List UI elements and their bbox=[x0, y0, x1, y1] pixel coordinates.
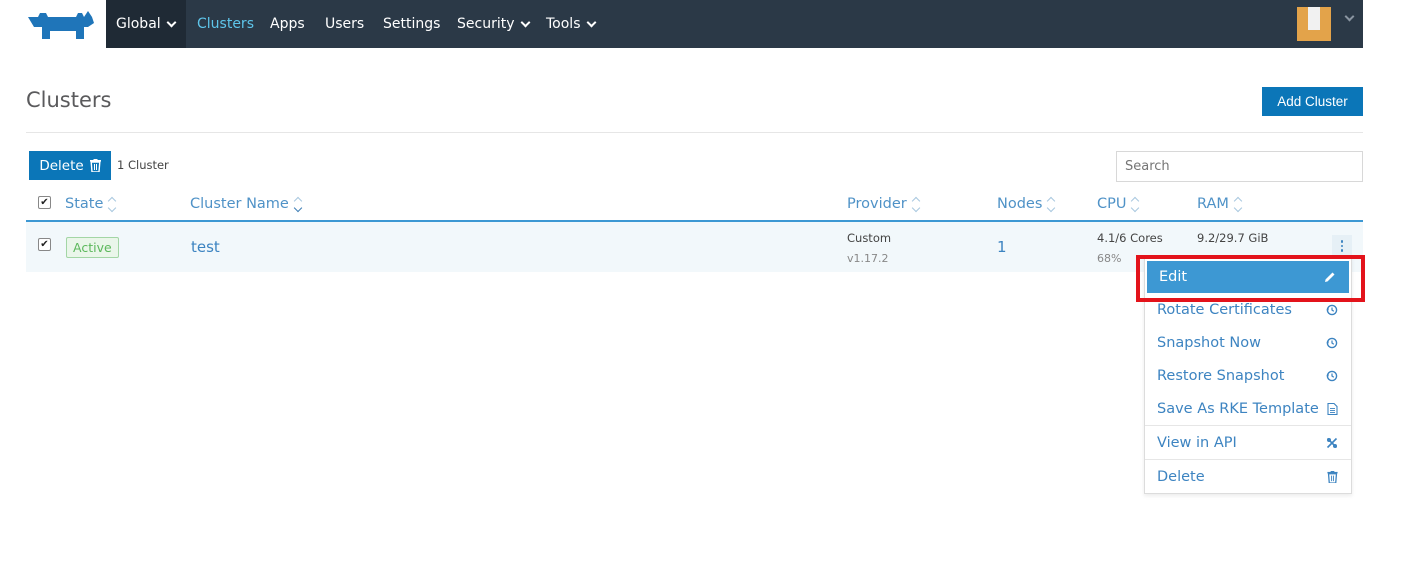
menu-item-delete[interactable]: Delete bbox=[1145, 460, 1351, 493]
header-name-label: Cluster Name bbox=[190, 196, 289, 212]
chevron-down-icon bbox=[520, 17, 530, 27]
menu-item-label: Save As RKE Template bbox=[1157, 400, 1319, 417]
menu-item-save-as-rke-template[interactable]: Save As RKE Template bbox=[1145, 392, 1351, 425]
global-label: Global bbox=[116, 16, 161, 32]
history-icon bbox=[1325, 369, 1339, 383]
cluster-name-link[interactable]: test bbox=[191, 238, 220, 256]
nav-tools[interactable]: Tools bbox=[546, 0, 596, 48]
history-icon bbox=[1325, 303, 1339, 317]
select-all-checkbox[interactable]: ✔ bbox=[38, 196, 51, 209]
nav-security-label: Security bbox=[457, 16, 515, 32]
delete-label: Delete bbox=[39, 157, 84, 174]
nav-tools-label: Tools bbox=[546, 16, 581, 32]
nav-settings-label: Settings bbox=[383, 16, 441, 32]
bulk-delete-button[interactable]: Delete bbox=[29, 151, 111, 180]
sort-icon bbox=[108, 196, 117, 212]
header-nodes-label: Nodes bbox=[997, 196, 1043, 212]
search-input[interactable] bbox=[1116, 151, 1363, 182]
header-provider[interactable]: Provider bbox=[847, 196, 920, 212]
highlight-box bbox=[1136, 255, 1365, 302]
sort-icon bbox=[911, 196, 920, 212]
menu-item-label: Delete bbox=[1157, 468, 1205, 485]
menu-item-snapshot-now[interactable]: Snapshot Now bbox=[1145, 326, 1351, 359]
file-icon bbox=[1325, 402, 1339, 416]
sort-icon bbox=[1131, 196, 1140, 212]
nodes-count[interactable]: 1 bbox=[997, 238, 1007, 256]
menu-item-label: View in API bbox=[1157, 434, 1237, 451]
row-checkbox[interactable]: ✔ bbox=[38, 238, 51, 251]
chevron-down-icon[interactable] bbox=[1344, 11, 1355, 22]
cpu-percent: 68% bbox=[1097, 252, 1122, 265]
row-actions-button[interactable] bbox=[1332, 235, 1352, 257]
ram-usage: 9.2/29.7 GiB bbox=[1197, 231, 1269, 245]
chevron-down-icon bbox=[166, 17, 177, 27]
rancher-logo[interactable] bbox=[0, 0, 106, 48]
page-title: Clusters bbox=[26, 88, 112, 112]
rancher-logo-icon bbox=[28, 11, 94, 39]
nav-clusters-label: Clusters bbox=[197, 16, 254, 32]
nav-apps[interactable]: Apps bbox=[270, 0, 305, 48]
cpu-usage: 4.1/6 Cores bbox=[1097, 231, 1163, 245]
sort-icon bbox=[293, 196, 303, 212]
menu-item-label: Rotate Certificates bbox=[1157, 301, 1292, 318]
add-cluster-button[interactable]: Add Cluster bbox=[1262, 87, 1363, 116]
nav-settings[interactable]: Settings bbox=[383, 0, 440, 48]
menu-item-view-in-api[interactable]: View in API bbox=[1145, 426, 1351, 459]
header-cpu-label: CPU bbox=[1097, 196, 1127, 212]
nav-users[interactable]: Users bbox=[325, 0, 364, 48]
sort-icon bbox=[1233, 196, 1243, 212]
header-nodes[interactable]: Nodes bbox=[997, 196, 1056, 212]
menu-item-label: Restore Snapshot bbox=[1157, 367, 1285, 384]
provider-version: v1.17.2 bbox=[847, 252, 889, 265]
header-ram-label: RAM bbox=[1197, 196, 1229, 212]
top-nav: Global Clusters Apps Users Settings Secu… bbox=[0, 0, 1363, 48]
nav-apps-label: Apps bbox=[270, 16, 305, 32]
nav-clusters[interactable]: Clusters bbox=[197, 0, 254, 48]
sort-icon bbox=[1047, 196, 1056, 212]
api-icon bbox=[1325, 436, 1339, 450]
header-cluster-name[interactable]: Cluster Name bbox=[190, 196, 303, 212]
trash-icon bbox=[89, 159, 101, 172]
nav-security[interactable]: Security bbox=[457, 0, 530, 48]
header-provider-label: Provider bbox=[847, 196, 907, 212]
header-state[interactable]: State bbox=[65, 196, 117, 212]
header-ram[interactable]: RAM bbox=[1197, 196, 1243, 212]
header-state-label: State bbox=[65, 196, 104, 212]
menu-item-restore-snapshot[interactable]: Restore Snapshot bbox=[1145, 359, 1351, 392]
header-cpu[interactable]: CPU bbox=[1097, 196, 1140, 212]
status-badge: Active bbox=[66, 237, 119, 258]
provider-name: Custom bbox=[847, 231, 892, 245]
menu-item-label: Snapshot Now bbox=[1157, 334, 1261, 351]
divider bbox=[26, 132, 1363, 133]
global-menu[interactable]: Global bbox=[106, 0, 186, 48]
trash-icon bbox=[1325, 470, 1339, 484]
nav-users-label: Users bbox=[325, 16, 365, 32]
avatar[interactable] bbox=[1297, 7, 1331, 41]
cluster-count: 1 Cluster bbox=[117, 158, 169, 172]
chevron-down-icon bbox=[586, 17, 596, 27]
history-icon bbox=[1325, 336, 1339, 350]
